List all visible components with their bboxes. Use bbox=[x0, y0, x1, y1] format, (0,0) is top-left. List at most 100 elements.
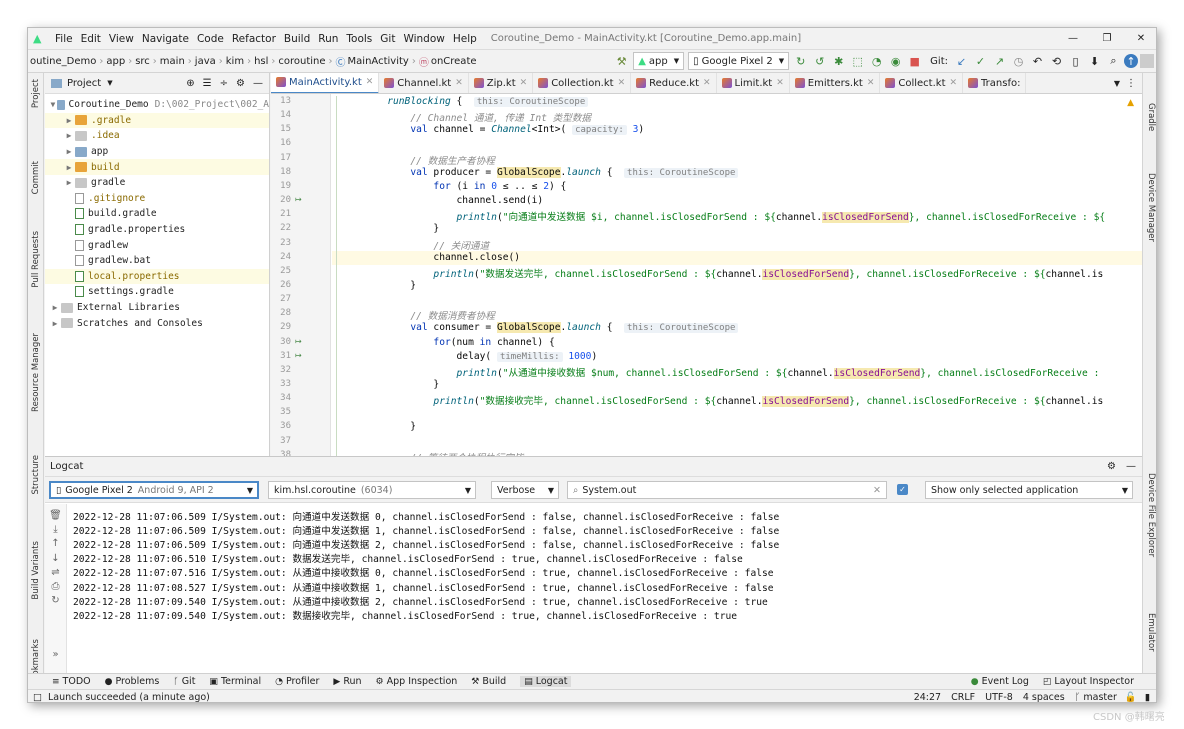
close-icon[interactable]: ✕ bbox=[776, 78, 784, 88]
tool-window-commit[interactable]: Commit bbox=[31, 161, 41, 194]
editor-tab[interactable]: MainActivity.kt ✕ bbox=[271, 73, 380, 93]
run-config-select[interactable]: ▲ app ▼ bbox=[633, 52, 685, 70]
chevron-down-icon[interactable]: ▼ bbox=[49, 100, 57, 109]
minimize-button[interactable]: — bbox=[1056, 33, 1090, 44]
tree-item[interactable]: ▶ app bbox=[45, 144, 269, 160]
rerun-icon[interactable]: ↻ bbox=[792, 53, 809, 70]
chevron-right-icon[interactable]: ▶ bbox=[49, 303, 61, 312]
tool-window-device-manager[interactable]: Device Manager bbox=[1146, 173, 1156, 242]
tree-item[interactable]: build.gradle bbox=[45, 206, 269, 222]
gear-icon[interactable]: ⚙ bbox=[1107, 461, 1116, 472]
bottom-tab-logcat[interactable]: ▤ Logcat bbox=[520, 676, 572, 687]
avd-manager-icon[interactable]: ▯ bbox=[1067, 53, 1084, 70]
print-icon[interactable]: ⎙ bbox=[45, 581, 66, 595]
menu-item-git[interactable]: Git bbox=[380, 33, 395, 45]
device-select[interactable]: ▯ Google Pixel 2 ▼ bbox=[688, 52, 790, 70]
menu-item-help[interactable]: Help bbox=[453, 33, 477, 45]
coverage-icon[interactable]: ◉ bbox=[887, 53, 904, 70]
bottom-tab-build[interactable]: ⚒ Build bbox=[471, 676, 506, 687]
git-commit-icon[interactable]: ✓ bbox=[972, 53, 989, 70]
bottom-tab-git[interactable]: ᚴ Git bbox=[173, 676, 195, 687]
editor-tab[interactable]: Emitters.kt ✕ bbox=[790, 73, 881, 93]
bottom-tab-profiler[interactable]: ◔ Profiler bbox=[275, 676, 319, 687]
scroll-to-end-icon[interactable]: ⤓ bbox=[45, 524, 66, 538]
tool-window-structure[interactable]: Structure bbox=[31, 455, 41, 495]
locate-icon[interactable]: ⊕ bbox=[186, 78, 194, 89]
sdk-manager-icon[interactable]: ⬇ bbox=[1086, 53, 1103, 70]
logcat-search-input[interactable]: ⌕ System.out ✕ bbox=[567, 481, 887, 499]
line-separator[interactable]: CRLF bbox=[951, 692, 975, 703]
tree-item[interactable]: ▶ gradle bbox=[45, 175, 269, 191]
breadcrumb-item[interactable]: app bbox=[106, 56, 125, 67]
indent-setting[interactable]: 4 spaces bbox=[1023, 692, 1065, 703]
git-branch[interactable]: master bbox=[1083, 692, 1117, 703]
breadcrumb-item[interactable]: coroutine bbox=[278, 56, 325, 67]
tool-window-pull-requests[interactable]: Pull Requests bbox=[31, 231, 41, 288]
restart-icon[interactable]: ↻ bbox=[45, 595, 66, 609]
tool-window-project[interactable]: Project bbox=[31, 79, 41, 108]
more-icon[interactable]: ⋮ bbox=[1126, 78, 1136, 89]
bottom-tab-terminal[interactable]: ▣ Terminal bbox=[209, 676, 261, 687]
close-icon[interactable]: ✕ bbox=[867, 78, 875, 88]
code-editor[interactable]: 13 14 15 16 17 18 19 20 ↦ 21 22 23 24 25 26 27 28 29 30 ↦ 31… bbox=[271, 94, 1142, 456]
breadcrumb-item[interactable]: java bbox=[195, 56, 216, 67]
regex-checkbox[interactable]: ✓ bbox=[897, 484, 908, 495]
up-icon[interactable]: ↑ bbox=[45, 538, 66, 552]
chevron-right-icon[interactable]: ▶ bbox=[63, 147, 75, 156]
tree-root[interactable]: ▼ Coroutine_Demo D:\002_Project\002_A bbox=[45, 97, 269, 113]
git-push-icon[interactable]: ↗ bbox=[991, 53, 1008, 70]
caret-position[interactable]: 24:27 bbox=[914, 692, 941, 703]
editor-tab[interactable]: Reduce.kt ✕ bbox=[631, 73, 717, 93]
close-icon[interactable]: ✕ bbox=[618, 78, 626, 88]
apply-changes-icon[interactable]: ↺ bbox=[811, 53, 828, 70]
sync-gradle-icon[interactable]: ⟲ bbox=[1048, 53, 1065, 70]
soft-wrap-icon[interactable]: ⇌ bbox=[45, 567, 66, 581]
tree-item[interactable]: ▶ build bbox=[45, 159, 269, 175]
bottom-tab-run[interactable]: ▶ Run bbox=[333, 676, 361, 687]
maximize-button[interactable]: ❐ bbox=[1090, 33, 1124, 44]
tree-item[interactable]: ▶ External Libraries bbox=[45, 300, 269, 316]
menu-item-edit[interactable]: Edit bbox=[81, 33, 101, 45]
chevron-right-icon[interactable]: ▶ bbox=[63, 131, 75, 140]
editor-tab[interactable]: Limit.kt ✕ bbox=[717, 73, 790, 93]
bottom-tab-event-log[interactable]: ● Event Log bbox=[971, 676, 1029, 687]
logcat-process-select[interactable]: kim.hsl.coroutine (6034) ▼ bbox=[268, 481, 476, 499]
logcat-device-select[interactable]: ▯ Google Pixel 2 Android 9, API 2 ▼ bbox=[49, 481, 259, 499]
tree-item[interactable]: .gitignore bbox=[45, 191, 269, 207]
bottom-tab-app-inspection[interactable]: ⚙ App Inspection bbox=[376, 676, 458, 687]
menu-item-window[interactable]: Window bbox=[403, 33, 444, 45]
hide-icon[interactable]: — bbox=[1126, 461, 1136, 472]
project-view-select[interactable]: Project bbox=[67, 78, 101, 89]
collapse-all-icon[interactable]: ☰ bbox=[203, 78, 212, 89]
tool-window-device-file-explorer[interactable]: Device File Explorer bbox=[1146, 473, 1156, 557]
update-icon[interactable]: ↑ bbox=[1124, 54, 1138, 68]
tree-item[interactable]: ▶ .idea bbox=[45, 128, 269, 144]
tool-window-emulator[interactable]: Emulator bbox=[1146, 613, 1156, 652]
menu-item-refactor[interactable]: Refactor bbox=[232, 33, 276, 45]
editor-tab[interactable]: Transfo: bbox=[963, 73, 1027, 93]
git-rollback-icon[interactable]: ↶ bbox=[1029, 53, 1046, 70]
close-icon[interactable]: ✕ bbox=[520, 78, 528, 88]
tool-window-gradle[interactable]: Gradle bbox=[1146, 103, 1156, 131]
tree-item[interactable]: settings.gradle bbox=[45, 284, 269, 300]
close-icon[interactable]: ✕ bbox=[950, 78, 958, 88]
hammer-icon[interactable]: ⚒ bbox=[613, 53, 630, 70]
breadcrumb-item[interactable]: MainActivity bbox=[348, 56, 409, 67]
breadcrumb-item[interactable]: onCreate bbox=[431, 56, 477, 67]
trash-icon[interactable]: 🗑 bbox=[45, 510, 66, 524]
breadcrumb-item[interactable]: hsl bbox=[254, 56, 268, 67]
close-icon[interactable]: ✕ bbox=[366, 77, 374, 87]
more-icon[interactable]: » bbox=[45, 649, 66, 663]
tree-item[interactable]: ▶ Scratches and Consoles bbox=[45, 315, 269, 331]
bottom-tab-todo[interactable]: ≡ TODO bbox=[52, 676, 91, 687]
expand-all-icon[interactable]: ÷ bbox=[220, 78, 228, 89]
breadcrumb-item[interactable]: main bbox=[160, 56, 185, 67]
menu-item-navigate[interactable]: Navigate bbox=[142, 33, 189, 45]
file-encoding[interactable]: UTF-8 bbox=[985, 692, 1013, 703]
panel-toggle-icon[interactable]: □ bbox=[33, 692, 42, 703]
tool-window-build-variants[interactable]: Build Variants bbox=[31, 541, 41, 600]
menu-item-build[interactable]: Build bbox=[284, 33, 310, 45]
chevron-right-icon[interactable]: ▶ bbox=[49, 319, 61, 328]
close-icon[interactable]: ✕ bbox=[455, 78, 463, 88]
tree-item[interactable]: local.properties bbox=[45, 268, 269, 285]
